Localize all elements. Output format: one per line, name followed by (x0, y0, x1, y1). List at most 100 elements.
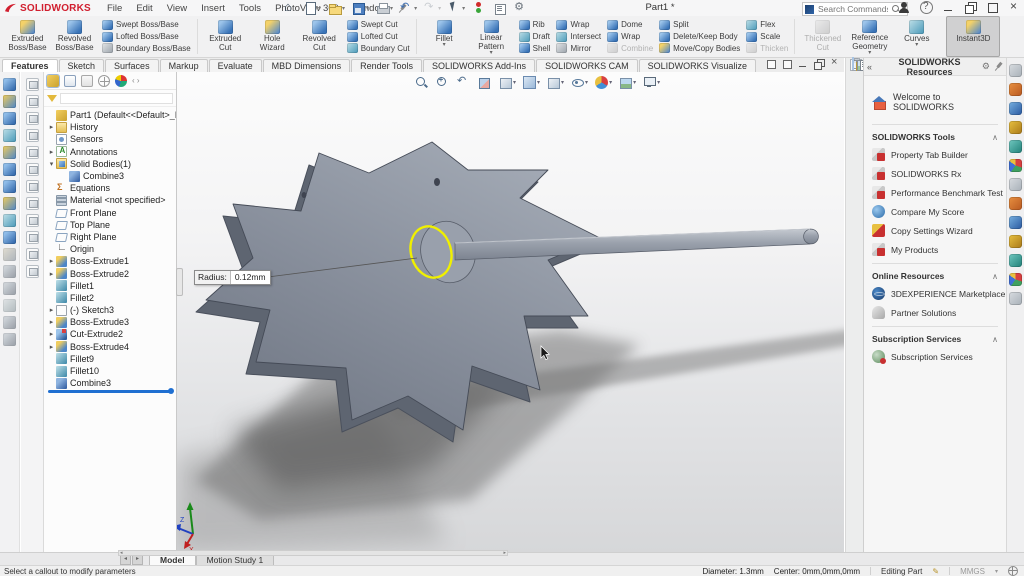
addin-icon-11[interactable] (1009, 254, 1022, 267)
close-icon[interactable] (1008, 1, 1021, 14)
my-products-link[interactable]: My Products (872, 243, 998, 256)
cube-tool-1[interactable] (26, 78, 39, 91)
ribbon-tab[interactable]: Features (2, 59, 58, 72)
options-icon[interactable] (514, 2, 528, 15)
shell-button[interactable]: Shell (519, 42, 551, 54)
scale-button[interactable]: Scale (746, 31, 788, 43)
swept-cut-button[interactable]: Swept Cut (347, 19, 410, 31)
section-header-online-resources[interactable]: Online Resources ∧ (872, 271, 998, 281)
tool-icon-6[interactable] (3, 163, 16, 176)
units-selector[interactable]: MMGS (960, 567, 985, 576)
expand-arrow-icon[interactable]: ▸ (47, 343, 56, 351)
user-login-icon[interactable] (898, 1, 911, 14)
tab-scroll-arrows[interactable]: ‹ › (132, 76, 140, 85)
swept-boss-base-button[interactable]: Swept Boss/Base (102, 19, 191, 31)
combine-button[interactable]: Combine (607, 42, 653, 54)
property-manager-tab-icon[interactable] (64, 75, 76, 87)
3d-model-canvas[interactable]: Z X (177, 72, 844, 553)
tree-item[interactable]: ▸ History (44, 121, 176, 133)
section-view-icon[interactable] (478, 76, 492, 89)
addin-icon-8[interactable] (1009, 197, 1022, 210)
tree-item[interactable]: ▸ Boss-Extrude2 (44, 267, 176, 279)
menu-item[interactable]: Tools (232, 2, 268, 15)
instant3d-button[interactable]: Instant3D (946, 16, 1000, 57)
addin-icon-9[interactable] (1009, 216, 1022, 229)
revolved-boss-base-button[interactable]: Revolved Boss/Base (51, 17, 98, 56)
cascade-windows-icon[interactable] (986, 1, 999, 14)
addin-icon-6[interactable] (1009, 159, 1022, 172)
display-manager-tab-icon[interactable] (115, 75, 127, 87)
cube-tool-7[interactable] (26, 180, 39, 193)
ribbon-tab[interactable]: MBD Dimensions (263, 59, 351, 72)
expand-arrow-icon[interactable]: ▸ (47, 257, 56, 265)
save-icon[interactable]: ▾ (352, 2, 369, 15)
lofted-cut-button[interactable]: Lofted Cut (347, 31, 410, 43)
tree-item[interactable]: ▸ Annotations (44, 146, 176, 158)
ribbon-tab[interactable]: Sketch (59, 59, 105, 72)
move-copy-bodies-button[interactable]: Move/Copy Bodies (659, 42, 740, 54)
expand-arrow-icon[interactable]: ▸ (47, 270, 56, 278)
hide-show-items-icon[interactable]: ▾ (571, 76, 588, 89)
view-orientation-icon[interactable]: ▾ (523, 76, 540, 89)
edit-appearance-icon[interactable]: ▾ (595, 76, 612, 89)
tool-icon-11[interactable] (3, 248, 16, 261)
addin-icon-7[interactable] (1009, 178, 1022, 191)
tree-item[interactable]: ▸ (-) Sketch3 (44, 304, 176, 316)
reference-geometry-button[interactable]: Reference Geometry ▾ (846, 17, 893, 56)
curves-button[interactable]: Curves ▾ (893, 17, 940, 56)
units-caret-icon[interactable]: ▾ (995, 568, 998, 575)
extruded-cut-button[interactable]: Extruded Cut (202, 17, 249, 56)
tree-item[interactable]: Top Plane (44, 219, 176, 231)
rollback-bar[interactable] (48, 390, 172, 393)
tool-icon-13[interactable] (3, 282, 16, 295)
zoom-to-area-icon[interactable] (436, 76, 450, 89)
restore-icon[interactable] (964, 1, 977, 14)
search-commands-box[interactable]: ▾ (802, 2, 908, 16)
tool-icon-10[interactable] (3, 231, 16, 244)
tool-icon-14[interactable] (3, 299, 16, 312)
tree-item[interactable]: ▸ Boss-Extrude1 (44, 255, 176, 267)
cube-tool-10[interactable] (26, 231, 39, 244)
view-settings-icon[interactable]: ▾ (643, 76, 660, 89)
cube-tool-12[interactable] (26, 265, 39, 278)
dimxpert-manager-tab-icon[interactable] (98, 75, 110, 87)
3dexperience-marketplace-link[interactable]: 3DEXPERIENCE Marketplace (872, 287, 998, 300)
apply-scene-icon[interactable]: ▾ (619, 76, 636, 89)
tool-icon-3[interactable] (3, 112, 16, 125)
tool-icon-16[interactable] (3, 333, 16, 346)
tree-root-item[interactable]: Part1 (Default<<Default>_Display Sta (44, 109, 176, 121)
performance-benchmark-test-link[interactable]: Performance Benchmark Test (872, 186, 998, 199)
file-properties-icon[interactable] (493, 2, 507, 15)
flex-button[interactable]: Flex (746, 19, 788, 31)
tree-item[interactable]: ▸ Boss-Extrude4 (44, 341, 176, 353)
dome-button[interactable]: Dome (607, 19, 653, 31)
addin-icon-13[interactable] (1009, 292, 1022, 305)
addin-icon-12[interactable] (1009, 273, 1022, 286)
addin-icon-3[interactable] (1009, 102, 1022, 115)
linear-pattern-button[interactable]: Linear Pattern ▾ (468, 17, 515, 56)
tree-item[interactable]: Sensors (44, 133, 176, 145)
solidworks-rx-link[interactable]: SOLIDWORKS Rx (872, 167, 998, 180)
draft-button[interactable]: Draft (519, 31, 551, 43)
expand-arrow-icon[interactable]: ▸ (47, 318, 56, 326)
doc-close-icon[interactable] (830, 59, 840, 69)
doc-window-2-icon[interactable] (782, 59, 792, 69)
property-tab-builder-link[interactable]: Property Tab Builder (872, 148, 998, 161)
hole-wizard-button[interactable]: Hole Wizard (249, 17, 296, 56)
addin-icon-2[interactable] (1009, 83, 1022, 96)
feature-manager-tab-icon[interactable] (47, 75, 59, 87)
new-document-icon[interactable]: ▾ (304, 2, 321, 15)
section-header-subscription-services[interactable]: Subscription Services ∧ (872, 334, 998, 344)
lofted-boss-base-button[interactable]: Lofted Boss/Base (102, 31, 191, 43)
task-pane-pin-icon[interactable] (994, 62, 1003, 71)
tool-icon-8[interactable] (3, 197, 16, 210)
ribbon-tab[interactable]: Markup (160, 59, 208, 72)
display-style-icon[interactable]: ▾ (547, 76, 564, 89)
fillet-button[interactable]: Fillet ▾ (421, 17, 468, 56)
thickened-cut-button[interactable]: Thickened Cut (799, 17, 846, 56)
tree-filter-field[interactable] (60, 93, 173, 104)
tree-item[interactable]: ▸ Boss-Extrude3 (44, 316, 176, 328)
tree-item[interactable]: Fillet2 (44, 292, 176, 304)
section-header-solidworks-tools[interactable]: SOLIDWORKS Tools ∧ (872, 132, 998, 142)
print-icon[interactable]: ▾ (376, 2, 393, 15)
